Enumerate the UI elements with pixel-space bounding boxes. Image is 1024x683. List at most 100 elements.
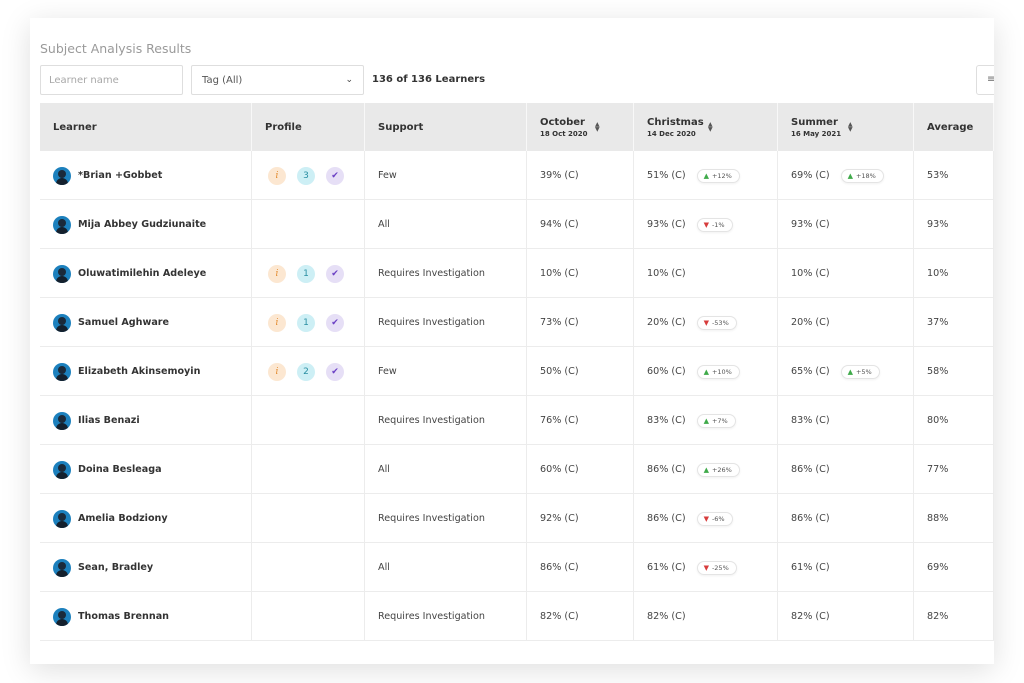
learner-name[interactable]: Mija Abbey Gudziunaite — [78, 219, 206, 230]
average-value: 53% — [927, 170, 949, 181]
learner-cell: Mija Abbey Gudziunaite — [40, 200, 252, 249]
change-value: +7% — [711, 416, 728, 425]
learner-name[interactable]: Samuel Aghware — [78, 317, 169, 328]
sort-icon[interactable]: ▲ ▼ — [708, 122, 713, 133]
info-icon[interactable]: i — [268, 264, 286, 283]
column-header-1: Profile — [252, 103, 365, 151]
table-row[interactable]: Amelia Bodziony Requires Investigation 92%… — [40, 494, 994, 543]
learner-name[interactable]: Amelia Bodziony — [78, 513, 168, 524]
tag-select[interactable]: Tag (All) ⌄ — [191, 65, 364, 95]
table-row[interactable]: Samuel Aghware i 1 ✔ Requires Investigation 7… — [40, 298, 994, 347]
triangle-up-icon: ▲ — [703, 367, 709, 376]
avatar — [53, 460, 71, 479]
column-header-label: October — [540, 116, 585, 128]
change-badge: ▲ +18% — [840, 168, 884, 183]
learner-name[interactable]: Thomas Brennan — [78, 611, 169, 622]
info-icon[interactable]: i — [268, 313, 286, 332]
column-header-5[interactable]: Summer 16 May 2021 ▲ ▼ — [778, 103, 914, 151]
sort-icon[interactable]: ▲ ▼ — [595, 122, 600, 133]
avatar — [53, 607, 71, 626]
sort-icon[interactable]: ▲ ▼ — [848, 122, 853, 133]
info-icon[interactable]: i — [268, 166, 286, 185]
average-cell: 82% — [914, 592, 994, 641]
average-cell: 53% — [914, 151, 994, 200]
christmas-value: 86% (C) — [647, 464, 686, 475]
october-value: 86% (C) — [540, 562, 579, 573]
results-panel: Subject Analysis Results Tag (All) ⌄ 1 3 6… — [30, 18, 994, 664]
learner-name[interactable]: *Brian +Gobbet — [78, 170, 162, 181]
october-value: 73% (C) — [540, 317, 579, 328]
profile-count-badge[interactable]: 3 — [297, 166, 315, 185]
october-cell: 86% (C) — [527, 543, 634, 592]
learner-name[interactable]: Doina Besleaga — [78, 464, 162, 475]
learner-name[interactable]: Oluwatimilehin Adeleye — [78, 268, 206, 279]
triangle-up-icon: ▲ — [847, 367, 853, 376]
learner-name-input[interactable] — [40, 65, 183, 95]
profile-count-badge[interactable]: 1 — [297, 313, 315, 332]
learner-name[interactable]: Elizabeth Akinsemoyin — [78, 366, 200, 377]
support-cell: Few — [365, 151, 527, 200]
column-header-label: Support — [378, 121, 424, 133]
summer-value: 65% (C) — [791, 366, 830, 377]
average-cell: 80% — [914, 396, 994, 445]
change-value: -53% — [711, 318, 729, 327]
table-row[interactable]: Mija Abbey Gudziunaite All 94% (C) 93% (C) ▼… — [40, 200, 994, 249]
support-value: All — [378, 562, 390, 573]
summer-value: 82% (C) — [791, 611, 830, 622]
column-header-3[interactable]: October 18 Oct 2020 ▲ ▼ — [527, 103, 634, 151]
column-header-2: Support — [365, 103, 527, 151]
table-row[interactable]: Thomas Brennan Requires Investigation 82% … — [40, 592, 994, 641]
summer-value: 10% (C) — [791, 268, 830, 279]
toolbar-button[interactable]: ≡ — [976, 65, 994, 95]
support-cell: Requires Investigation — [365, 494, 527, 543]
support-value: Requires Investigation — [378, 513, 485, 524]
table-row[interactable]: *Brian +Gobbet i 3 ✔ Few 39% (C) 51% (C) ▲ +12% 6… — [40, 151, 994, 200]
summer-cell: 86% (C) — [778, 445, 914, 494]
support-value: Requires Investigation — [378, 415, 485, 426]
summer-value: 20% (C) — [791, 317, 830, 328]
profile-cell — [252, 543, 365, 592]
average-value: 80% — [927, 415, 949, 426]
table-row[interactable]: Doina Besleaga All 60% (C) 86% (C) ▲ +26% 86% … — [40, 445, 994, 494]
table-row[interactable]: Ilias Benazi Requires Investigation 76% (C… — [40, 396, 994, 445]
summer-cell: 10% (C) — [778, 249, 914, 298]
christmas-value: 86% (C) — [647, 513, 686, 524]
profile-count-badge[interactable]: 2 — [297, 362, 315, 381]
avatar — [53, 558, 71, 577]
support-cell: Few — [365, 347, 527, 396]
column-header-4[interactable]: Christmas 14 Dec 2020 ▲ ▼ — [634, 103, 778, 151]
check-icon[interactable]: ✔ — [326, 166, 344, 185]
learner-name[interactable]: Ilias Benazi — [78, 415, 140, 426]
check-icon[interactable]: ✔ — [326, 264, 344, 283]
profile-cell: i 2 ✔ — [252, 347, 365, 396]
summer-value: 86% (C) — [791, 513, 830, 524]
average-cell: 77% — [914, 445, 994, 494]
check-icon[interactable]: ✔ — [326, 362, 344, 381]
info-icon[interactable]: i — [268, 362, 286, 381]
summer-cell: 20% (C) — [778, 298, 914, 347]
christmas-cell: 10% (C) — [634, 249, 778, 298]
change-badge: ▲ +12% — [696, 168, 740, 183]
learner-name[interactable]: Sean, Bradley — [78, 562, 153, 573]
october-cell: 82% (C) — [527, 592, 634, 641]
average-value: 77% — [927, 464, 949, 475]
christmas-cell: 82% (C) — [634, 592, 778, 641]
october-cell: 92% (C) — [527, 494, 634, 543]
profile-count-badge[interactable]: 1 — [297, 264, 315, 283]
avatar — [53, 215, 71, 234]
support-value: All — [378, 464, 390, 475]
support-cell: Requires Investigation — [365, 396, 527, 445]
table-row[interactable]: Oluwatimilehin Adeleye i 1 ✔ Requires Invest… — [40, 249, 994, 298]
learner-cell: Ilias Benazi — [40, 396, 252, 445]
october-value: 60% (C) — [540, 464, 579, 475]
christmas-value: 82% (C) — [647, 611, 686, 622]
christmas-cell: 83% (C) ▲ +7% — [634, 396, 778, 445]
table-row[interactable]: Sean, Bradley All 86% (C) 61% (C) ▼ -25% 61% (… — [40, 543, 994, 592]
page-title: Subject Analysis Results — [40, 41, 192, 56]
christmas-value: 93% (C) — [647, 219, 686, 230]
check-icon[interactable]: ✔ — [326, 313, 344, 332]
learner-cell: Doina Besleaga — [40, 445, 252, 494]
table-row[interactable]: Elizabeth Akinsemoyin i 2 ✔ Few 50% (C) 60% (C… — [40, 347, 994, 396]
change-badge: ▲ +26% — [696, 462, 740, 477]
october-cell: 10% (C) — [527, 249, 634, 298]
